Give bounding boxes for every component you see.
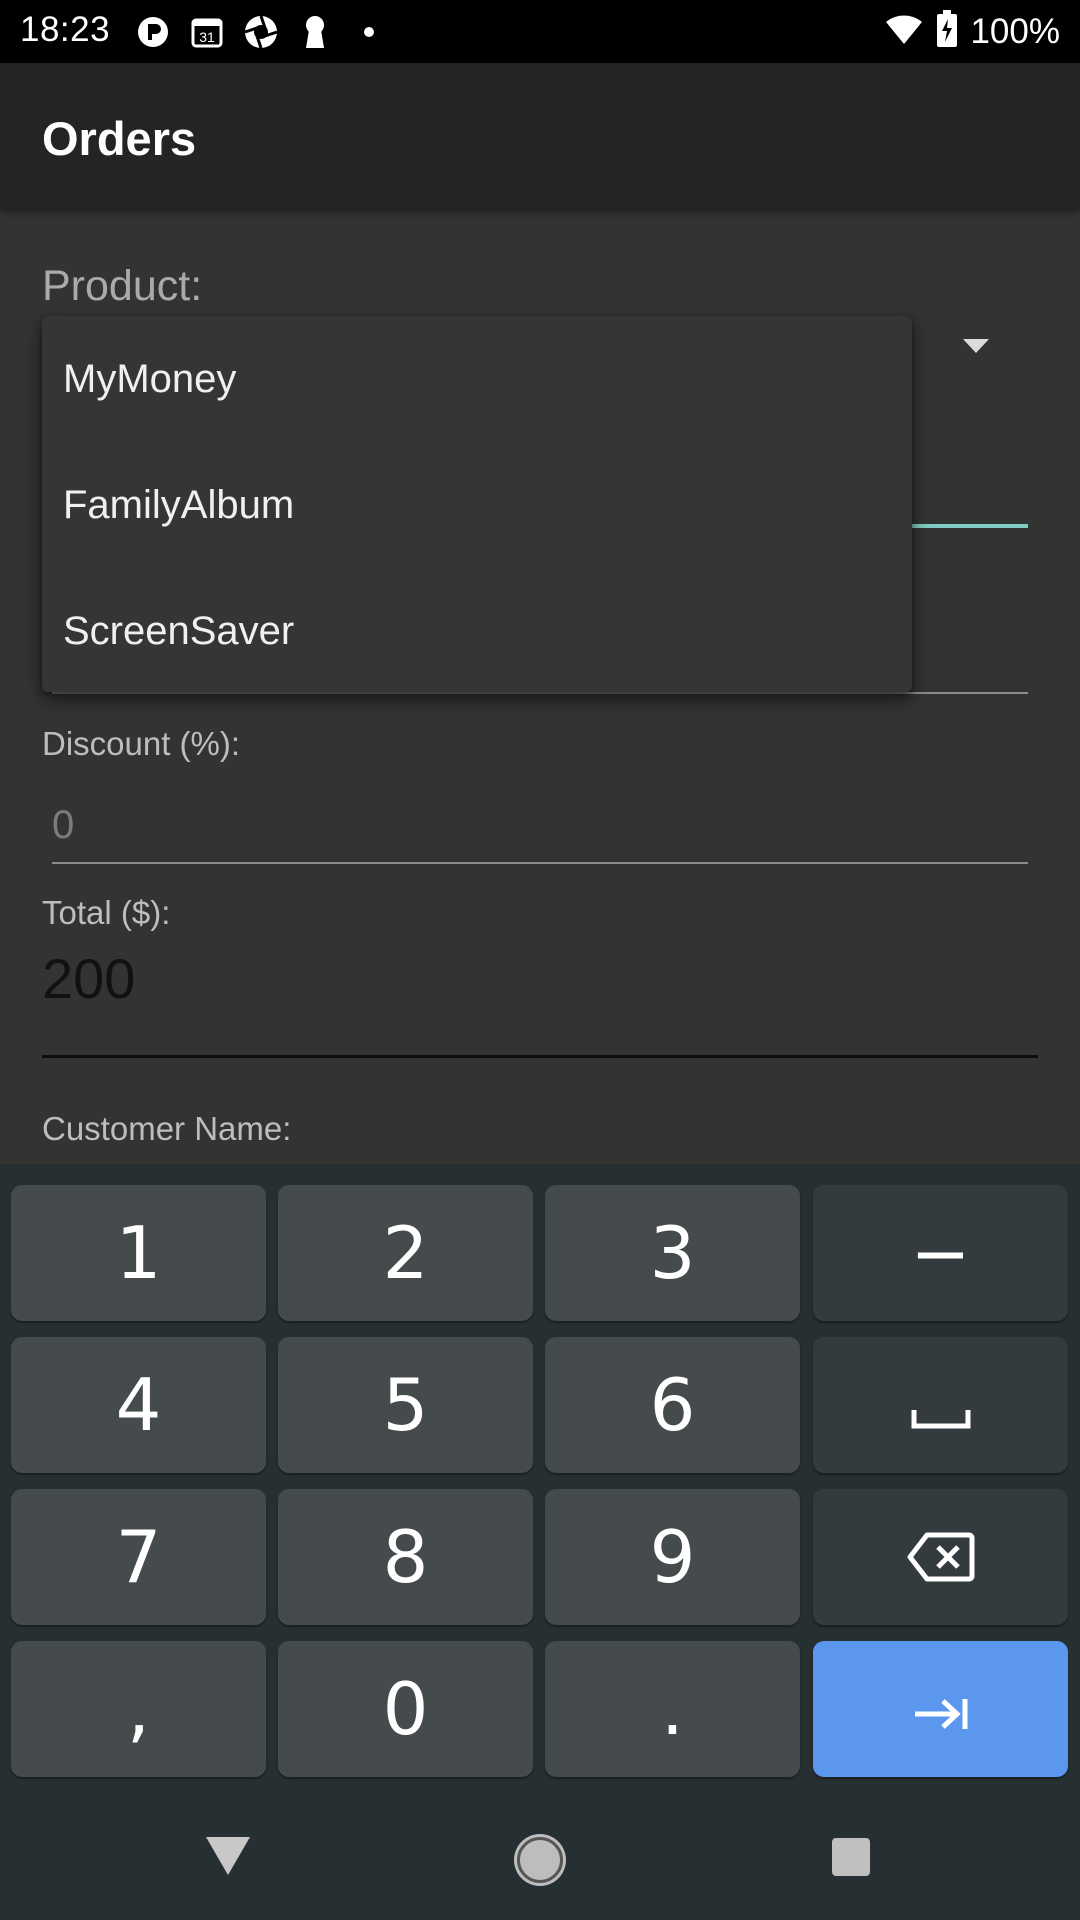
status-right: 100% — [884, 10, 1060, 53]
battery-icon — [936, 10, 958, 53]
status-bar: 18:23 31 100% — [0, 0, 1080, 63]
notification-icons: 31 — [135, 12, 387, 52]
total-value: 200 — [42, 947, 136, 1010]
page-title: Orders — [42, 112, 197, 165]
p-app-icon — [135, 14, 171, 50]
dropdown-arrow-icon[interactable] — [963, 339, 989, 353]
total-divider — [42, 1055, 1038, 1058]
dropdown-option-familyalbum[interactable]: FamilyAlbum — [42, 442, 912, 568]
aperture-icon — [243, 14, 279, 50]
discount-label: Discount (%): — [42, 725, 241, 762]
key-space[interactable] — [813, 1337, 1068, 1473]
discount-input[interactable]: 0 — [52, 803, 74, 848]
calendar-icon: 31 — [189, 14, 225, 50]
product-label: Product: — [42, 262, 203, 310]
key-0[interactable]: 0 — [278, 1641, 533, 1777]
key-backspace[interactable] — [813, 1489, 1068, 1625]
key-2[interactable]: 2 — [278, 1185, 533, 1321]
key-5[interactable]: 5 — [278, 1337, 533, 1473]
key-9[interactable]: 9 — [545, 1489, 800, 1625]
key-period[interactable]: . — [545, 1641, 800, 1777]
space-bar-icon — [911, 1363, 971, 1447]
wifi-icon — [884, 12, 924, 51]
battery-percent: 100% — [970, 11, 1060, 51]
recents-icon[interactable] — [832, 1838, 870, 1876]
key-minus[interactable]: − — [813, 1185, 1068, 1321]
calendar-day: 31 — [199, 29, 215, 45]
product-dropdown-menu: MyMoney FamilyAlbum ScreenSaver — [42, 316, 912, 692]
key-next[interactable] — [813, 1641, 1068, 1777]
dropdown-option-screensaver[interactable]: ScreenSaver — [42, 568, 912, 694]
key-7[interactable]: 7 — [11, 1489, 266, 1625]
backspace-icon — [907, 1515, 975, 1599]
key-6[interactable]: 6 — [545, 1337, 800, 1473]
total-label: Total ($): — [42, 894, 171, 931]
key-1[interactable]: 1 — [11, 1185, 266, 1321]
discount-field-underline — [52, 862, 1028, 864]
status-time: 18:23 — [20, 10, 111, 49]
key-3[interactable]: 3 — [545, 1185, 800, 1321]
navigation-bar — [0, 1794, 1080, 1920]
key-4[interactable]: 4 — [11, 1337, 266, 1473]
home-icon[interactable] — [517, 1837, 563, 1883]
key-comma[interactable]: , — [11, 1641, 266, 1777]
dot-icon — [351, 14, 387, 50]
app-bar: Orders — [0, 63, 1080, 210]
key-8[interactable]: 8 — [278, 1489, 533, 1625]
dropdown-option-mymoney[interactable]: MyMoney — [42, 316, 912, 442]
keyhole-icon — [297, 14, 333, 50]
customer-name-label: Customer Name: — [42, 1110, 292, 1147]
back-icon[interactable] — [206, 1837, 250, 1875]
tab-next-icon — [911, 1667, 971, 1751]
